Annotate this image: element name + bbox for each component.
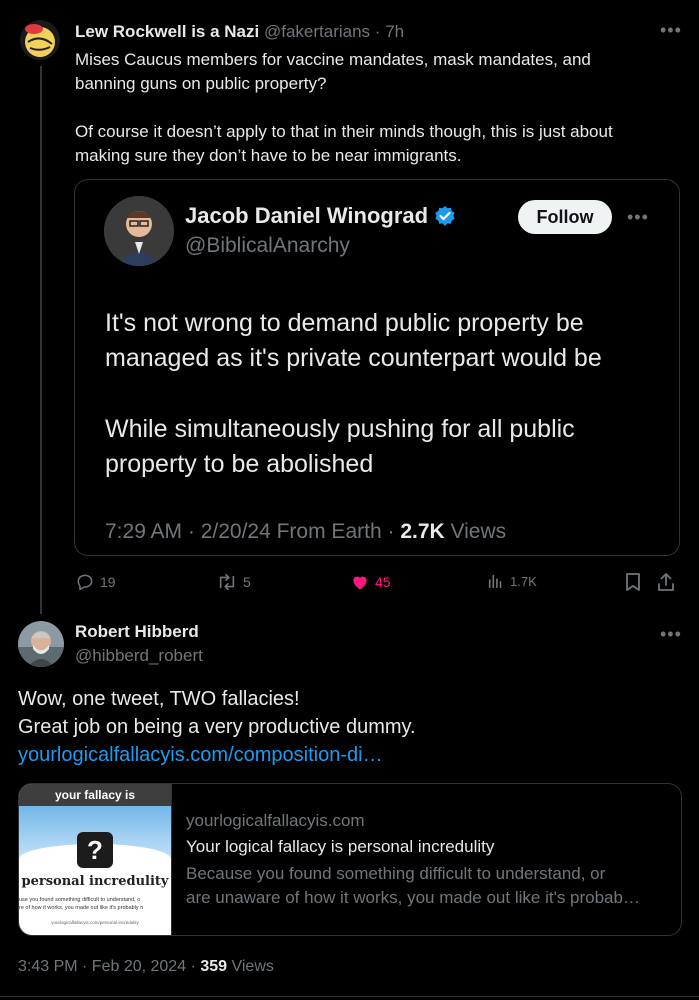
quoted-views-label: Views <box>450 520 507 543</box>
bottom-divider <box>0 996 699 997</box>
share-icon[interactable] <box>656 571 676 593</box>
link-card[interactable]: your fallacy is ? personal incredulity u… <box>18 783 682 936</box>
post-text-line: Great job on being a very productive dum… <box>18 716 416 738</box>
author-handle[interactable]: @hibberd_robert <box>75 646 203 666</box>
card-domain: yourlogicalfallacyis.com <box>186 811 365 830</box>
repost-button[interactable]: 5 <box>216 572 251 592</box>
more-icon[interactable]: ••• <box>627 207 649 228</box>
quoted-timestamp[interactable]: 7:29 AM · 2/20/24 From Earth · <box>105 520 394 543</box>
reply-button[interactable]: 19 <box>75 572 116 592</box>
like-count: 45 <box>375 574 391 590</box>
views-label: Views <box>231 958 274 975</box>
like-button[interactable]: 45 <box>350 572 391 592</box>
bookmark-icon[interactable] <box>624 572 642 592</box>
quoted-text-line: While simultaneously pushing for all pub… <box>105 415 575 443</box>
quoted-author-handle[interactable]: @BiblicalAnarchy <box>185 234 350 258</box>
card-image-caption: re of how it works, you made out like it… <box>19 905 144 911</box>
avatar-winograd[interactable] <box>104 196 174 266</box>
author-handle[interactable]: @fakertarians <box>264 22 370 41</box>
author-name[interactable]: Robert Hibberd <box>75 622 199 642</box>
verified-icon <box>434 205 456 227</box>
card-image: your fallacy is ? personal incredulity u… <box>19 784 172 935</box>
card-image-caption: use you found something difficult to und… <box>19 897 141 903</box>
more-icon[interactable]: ••• <box>660 624 682 645</box>
post-time[interactable]: 7h <box>385 22 404 41</box>
post-text-line: Wow, one tweet, TWO fallacies! <box>18 688 300 710</box>
more-icon[interactable]: ••• <box>660 20 682 41</box>
views-count: 1.7K <box>510 573 537 589</box>
question-icon: ? <box>77 832 113 868</box>
post-timestamp[interactable]: 3:43 PM · Feb 20, 2024 · <box>18 958 196 975</box>
views-button[interactable]: 1.7K <box>487 572 537 590</box>
quoted-views-count: 2.7K <box>400 520 445 543</box>
quoted-text-line: property to be abolished <box>105 450 374 478</box>
repost-count: 5 <box>243 574 251 590</box>
post-text-line: Mises Caucus members for vaccine mandate… <box>75 50 591 69</box>
quoted-text-line: managed as it's private counterpart woul… <box>105 344 602 372</box>
card-image-header: your fallacy is <box>19 784 171 806</box>
separator: · <box>374 22 381 41</box>
follow-button[interactable]: Follow <box>518 200 612 234</box>
views-count: 359 <box>200 958 228 975</box>
heart-icon <box>350 572 370 592</box>
avatar-fakertarians[interactable] <box>20 20 60 60</box>
thread-line <box>40 66 42 614</box>
post-link[interactable]: yourlogicalfallacyis.com/composition-di… <box>18 744 383 766</box>
post-text-line: banning guns on public property? <box>75 74 327 93</box>
post-text-line: making sure they don’t have to be near i… <box>75 146 462 165</box>
card-image-title: personal incredulity <box>21 874 169 889</box>
quoted-author-name[interactable]: Jacob Daniel Winograd <box>185 203 428 229</box>
repost-icon <box>216 572 238 592</box>
card-description-line: are unaware of how it works, you made ou… <box>186 888 640 907</box>
quoted-text-line: It's not wrong to demand public property… <box>105 309 584 337</box>
reply-icon <box>75 572 95 592</box>
card-image-footer: yourlogicalfallacyis.com/personal-incred… <box>51 920 139 925</box>
author-name[interactable]: Lew Rockwell is a Nazi <box>75 22 259 41</box>
avatar-hibberd[interactable] <box>18 621 64 667</box>
card-description-line: Because you found something difficult to… <box>186 864 606 883</box>
reply-count: 19 <box>100 574 116 590</box>
post-text-line: Of course it doesn’t apply to that in th… <box>75 122 613 141</box>
card-title[interactable]: Your logical fallacy is personal incredu… <box>186 837 494 857</box>
views-icon <box>487 572 505 590</box>
